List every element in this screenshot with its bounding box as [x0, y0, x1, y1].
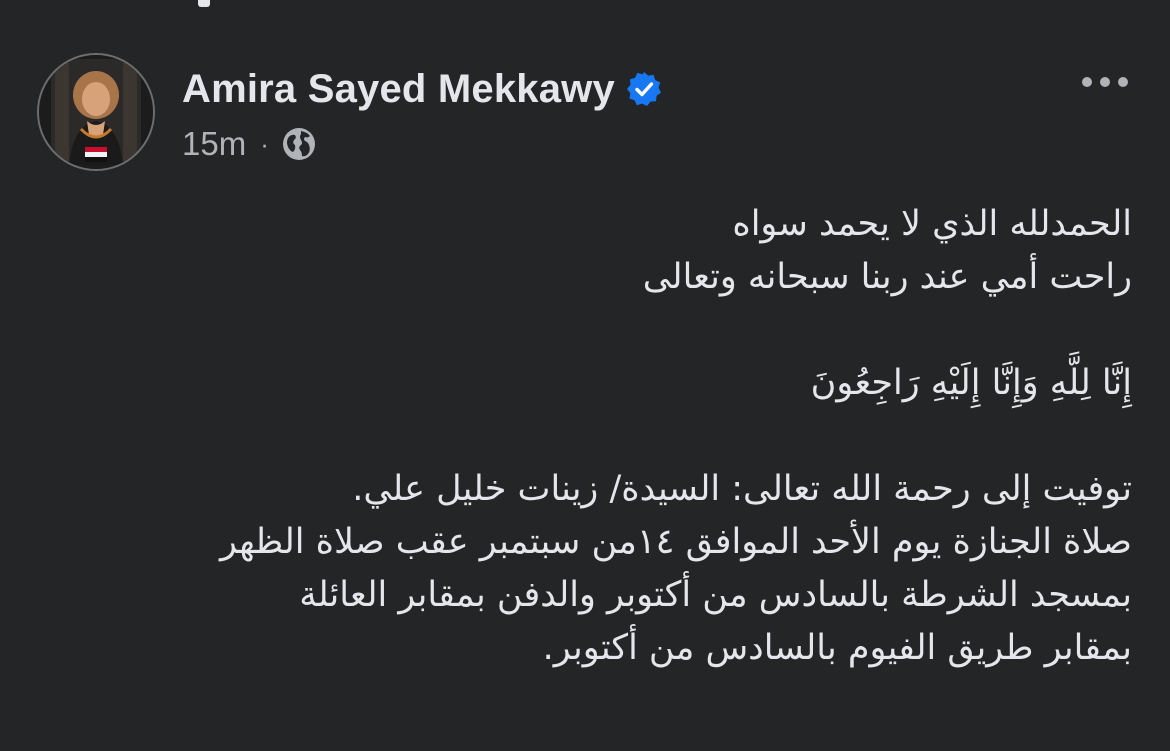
post-text-line: بمقابر طريق الفيوم بالسادس من أكتوبر. [542, 628, 1132, 668]
post-text-line: صلاة الجنازة يوم الأحد الموافق ١٤من سبتم… [219, 522, 1132, 562]
more-options-icon [1082, 77, 1128, 87]
post-text-line: إِنَّا لِلَّهِ وَإِنَّا إِلَيْهِ رَاجِعُ… [810, 363, 1132, 403]
meta-separator: · [260, 128, 269, 159]
post-text: الحمدلله الذي لا يحمد سواه راحت أمي عند … [52, 198, 1132, 675]
post-timestamp[interactable]: 15m [182, 125, 246, 163]
post-text-line: الحمدلله الذي لا يحمد سواه [732, 204, 1132, 244]
verified-badge-icon [625, 70, 663, 108]
post-text-line: بمسجد الشرطة بالسادس من أكتوبر والدفن بم… [299, 575, 1132, 615]
globe-icon[interactable] [281, 126, 317, 162]
post-meta: 15m · [182, 122, 317, 166]
post-card: Amira Sayed Mekkawy 15m · الحمدلله الذي … [0, 0, 1170, 751]
author-name[interactable]: Amira Sayed Mekkawy [182, 67, 615, 112]
author-row: Amira Sayed Mekkawy [182, 62, 663, 116]
previous-content-edge [198, 0, 210, 7]
avatar[interactable] [37, 53, 155, 171]
more-options-button[interactable] [1078, 66, 1132, 98]
profile-photo [39, 55, 153, 169]
post-text-line: راحت أمي عند ربنا سبحانه وتعالى [642, 257, 1132, 297]
post-text-line: توفيت إلى رحمة الله تعالى: السيدة/ زينات… [352, 469, 1132, 509]
